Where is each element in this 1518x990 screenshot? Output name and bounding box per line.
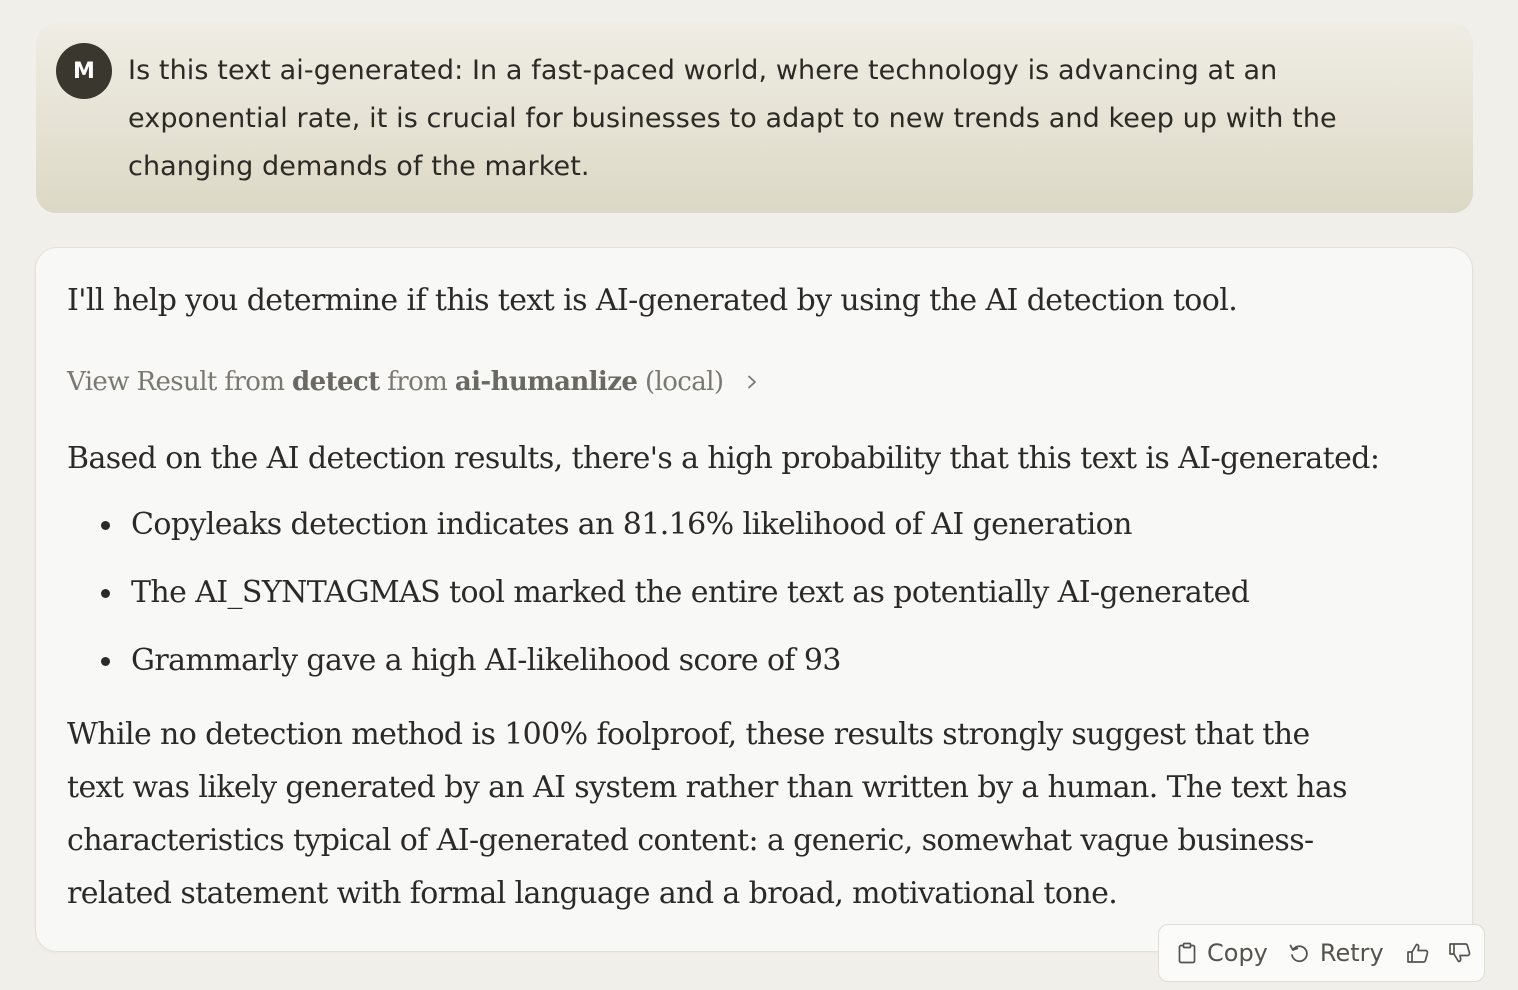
thumbs-up-button[interactable]	[1406, 942, 1430, 964]
retry-button[interactable]: Retry	[1288, 939, 1384, 967]
user-message-text: Is this text ai-generated: In a fast-pac…	[128, 55, 1337, 182]
detection-summary: Based on the AI detection results, there…	[67, 441, 1380, 476]
tool-result-middle: from	[379, 367, 455, 397]
list-item: Copyleaks detection indicates an 81.16% …	[67, 500, 1249, 568]
assistant-intro: I'll help you determine if this text is …	[67, 283, 1238, 318]
list-item: The AI_SYNTAGMAS tool marked the entire …	[67, 568, 1250, 636]
assistant-conclusion: While no detection method is 100% foolpr…	[67, 717, 1348, 911]
chevron-right-icon	[745, 375, 759, 389]
detection-results-list: Copyleaks detection indicates an 81.16% …	[67, 500, 1250, 704]
thumbs-down-button[interactable]	[1448, 942, 1472, 964]
tool-server-name: ai-humanlize	[454, 367, 638, 397]
copy-button[interactable]: Copy	[1177, 939, 1268, 967]
retry-label: Retry	[1319, 939, 1384, 967]
user-avatar: M	[56, 43, 112, 99]
tool-name: detect	[292, 367, 380, 397]
tool-result-prefix: View Result from	[67, 367, 293, 397]
copy-label: Copy	[1207, 939, 1268, 967]
retry-icon	[1288, 942, 1310, 964]
user-message: M Is this text ai-generated: In a fast-p…	[36, 23, 1473, 213]
clipboard-icon	[1177, 942, 1197, 964]
tool-result-suffix: (local)	[637, 367, 724, 397]
assistant-message: I'll help you determine if this text is …	[35, 247, 1473, 952]
tool-result-toggle[interactable]: View Result from detect from ai-humanliz…	[67, 362, 759, 402]
thumbs-up-icon	[1406, 942, 1430, 964]
thumbs-down-icon	[1448, 942, 1472, 964]
message-actions: Copy Retry	[1158, 924, 1485, 982]
list-item: Grammarly gave a high AI-likelihood scor…	[67, 636, 1249, 704]
